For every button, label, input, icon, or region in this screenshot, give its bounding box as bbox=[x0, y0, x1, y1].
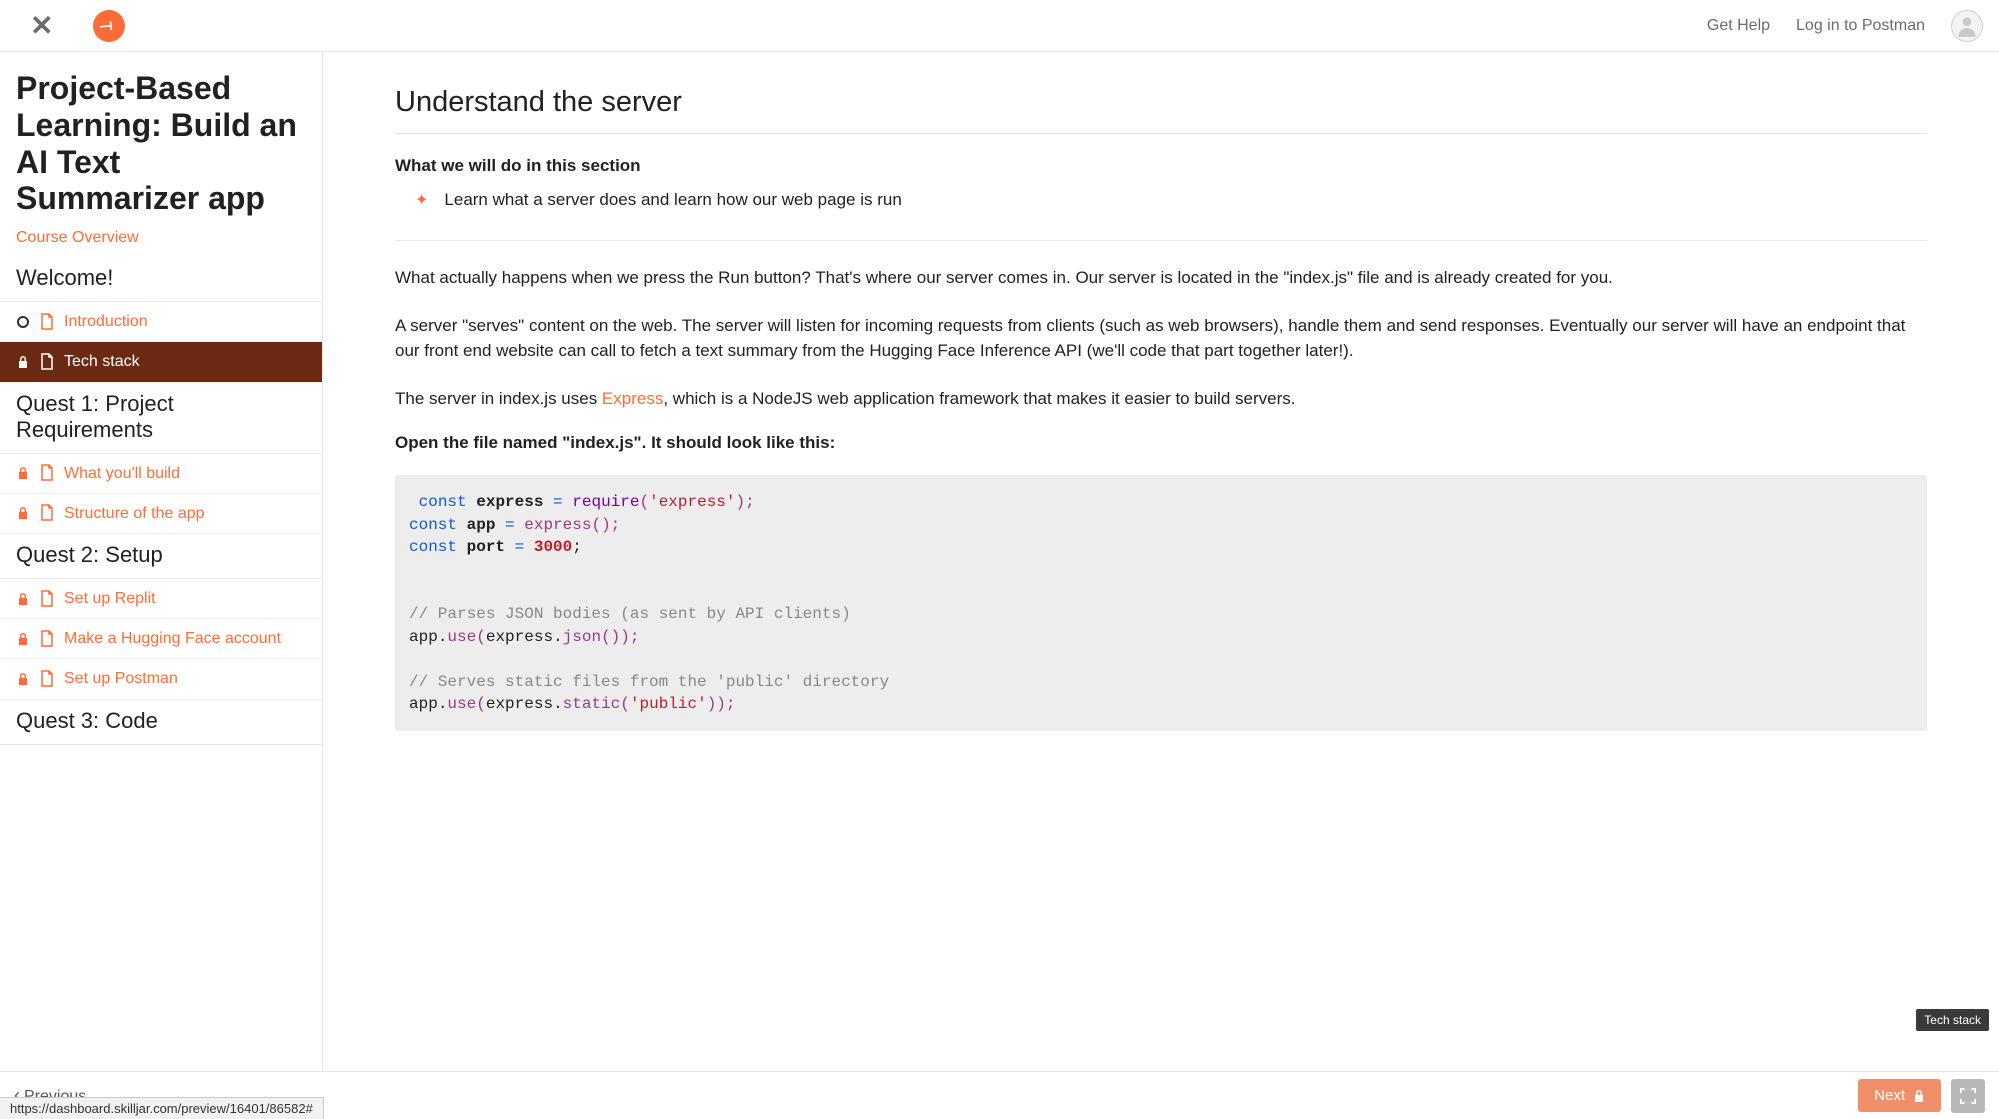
topbar-left: ✕ bbox=[30, 10, 125, 42]
footer-right: Next bbox=[1858, 1079, 1985, 1113]
sidebar-item-huggingface[interactable]: Make a Hugging Face account bbox=[0, 619, 322, 659]
lock-icon bbox=[16, 355, 30, 369]
sidebar-item-introduction[interactable]: Introduction bbox=[0, 302, 322, 342]
sidebar-item-label: What you'll build bbox=[64, 464, 306, 483]
avatar-icon[interactable] bbox=[1951, 10, 1983, 42]
lock-icon bbox=[1913, 1089, 1925, 1103]
fullscreen-icon bbox=[1959, 1087, 1977, 1105]
course-title: Project-Based Learning: Build an AI Text… bbox=[0, 52, 322, 221]
lock-icon bbox=[16, 672, 30, 686]
sidebar-item-label: Set up Postman bbox=[64, 669, 306, 688]
login-link[interactable]: Log in to Postman bbox=[1796, 17, 1925, 35]
sidebar-item-label: Introduction bbox=[64, 312, 306, 331]
tooltip: Tech stack bbox=[1916, 1009, 1989, 1031]
fullscreen-button[interactable] bbox=[1951, 1079, 1985, 1113]
sparkle-icon: ✦ bbox=[415, 190, 428, 212]
lock-icon bbox=[16, 466, 30, 480]
lock-icon bbox=[16, 592, 30, 606]
sidebar-item-whatyoubuild[interactable]: What you'll build bbox=[0, 454, 322, 494]
code-block: const express = require('express'); cons… bbox=[395, 475, 1927, 731]
sidebar-item-postman[interactable]: Set up Postman bbox=[0, 659, 322, 699]
document-icon bbox=[40, 464, 54, 482]
section-quest1: Quest 1: Project Requirements bbox=[0, 383, 322, 454]
paragraph: The server in index.js uses Express, whi… bbox=[395, 386, 1927, 412]
close-icon[interactable]: ✕ bbox=[30, 12, 53, 40]
document-icon bbox=[40, 670, 54, 688]
divider bbox=[395, 240, 1927, 241]
sidebar-item-structure[interactable]: Structure of the app bbox=[0, 494, 322, 534]
section-quest3: Quest 3: Code bbox=[0, 700, 322, 745]
section-welcome: Welcome! bbox=[0, 257, 322, 302]
sidebar-item-techstack[interactable]: Tech stack bbox=[0, 342, 322, 382]
postman-logo-icon[interactable] bbox=[87, 3, 132, 48]
next-label: Next bbox=[1874, 1087, 1905, 1104]
paragraph: What actually happens when we press the … bbox=[395, 265, 1927, 291]
page-title: Understand the server bbox=[395, 86, 1927, 134]
document-icon bbox=[40, 630, 54, 648]
lock-icon bbox=[16, 632, 30, 646]
sidebar-item-label: Set up Replit bbox=[64, 589, 306, 608]
course-overview-link[interactable]: Course Overview bbox=[0, 221, 322, 257]
get-help-link[interactable]: Get Help bbox=[1707, 17, 1770, 35]
express-link[interactable]: Express bbox=[602, 389, 663, 408]
sidebar-item-label: Make a Hugging Face account bbox=[64, 629, 306, 648]
sidebar-item-label: Tech stack bbox=[64, 352, 306, 371]
next-button[interactable]: Next bbox=[1858, 1079, 1941, 1112]
topbar: ✕ Get Help Log in to Postman bbox=[0, 0, 1999, 52]
main-content: Understand the server What we will do in… bbox=[323, 52, 1999, 1071]
section-subtitle: What we will do in this section bbox=[395, 156, 1927, 176]
topbar-right: Get Help Log in to Postman bbox=[1707, 10, 1983, 42]
bullet-item: ✦ Learn what a server does and learn how… bbox=[395, 190, 1927, 212]
bullet-text: Learn what a server does and learn how o… bbox=[444, 190, 901, 210]
lock-icon bbox=[16, 506, 30, 520]
document-icon bbox=[40, 313, 54, 331]
paragraph: A server "serves" content on the web. Th… bbox=[395, 313, 1927, 364]
text: , which is a NodeJS web application fram… bbox=[663, 389, 1295, 408]
document-icon bbox=[40, 590, 54, 608]
instruction-text: Open the file named "index.js". It shoul… bbox=[395, 433, 1927, 453]
sidebar-item-replit[interactable]: Set up Replit bbox=[0, 579, 322, 619]
text: The server in index.js uses bbox=[395, 389, 602, 408]
progress-circle-icon bbox=[16, 315, 30, 329]
status-url: https://dashboard.skilljar.com/preview/1… bbox=[0, 1097, 324, 1119]
sidebar: Project-Based Learning: Build an AI Text… bbox=[0, 52, 323, 1071]
sidebar-item-label: Structure of the app bbox=[64, 504, 306, 523]
document-icon bbox=[40, 504, 54, 522]
section-quest2: Quest 2: Setup bbox=[0, 534, 322, 579]
document-icon bbox=[40, 353, 54, 371]
